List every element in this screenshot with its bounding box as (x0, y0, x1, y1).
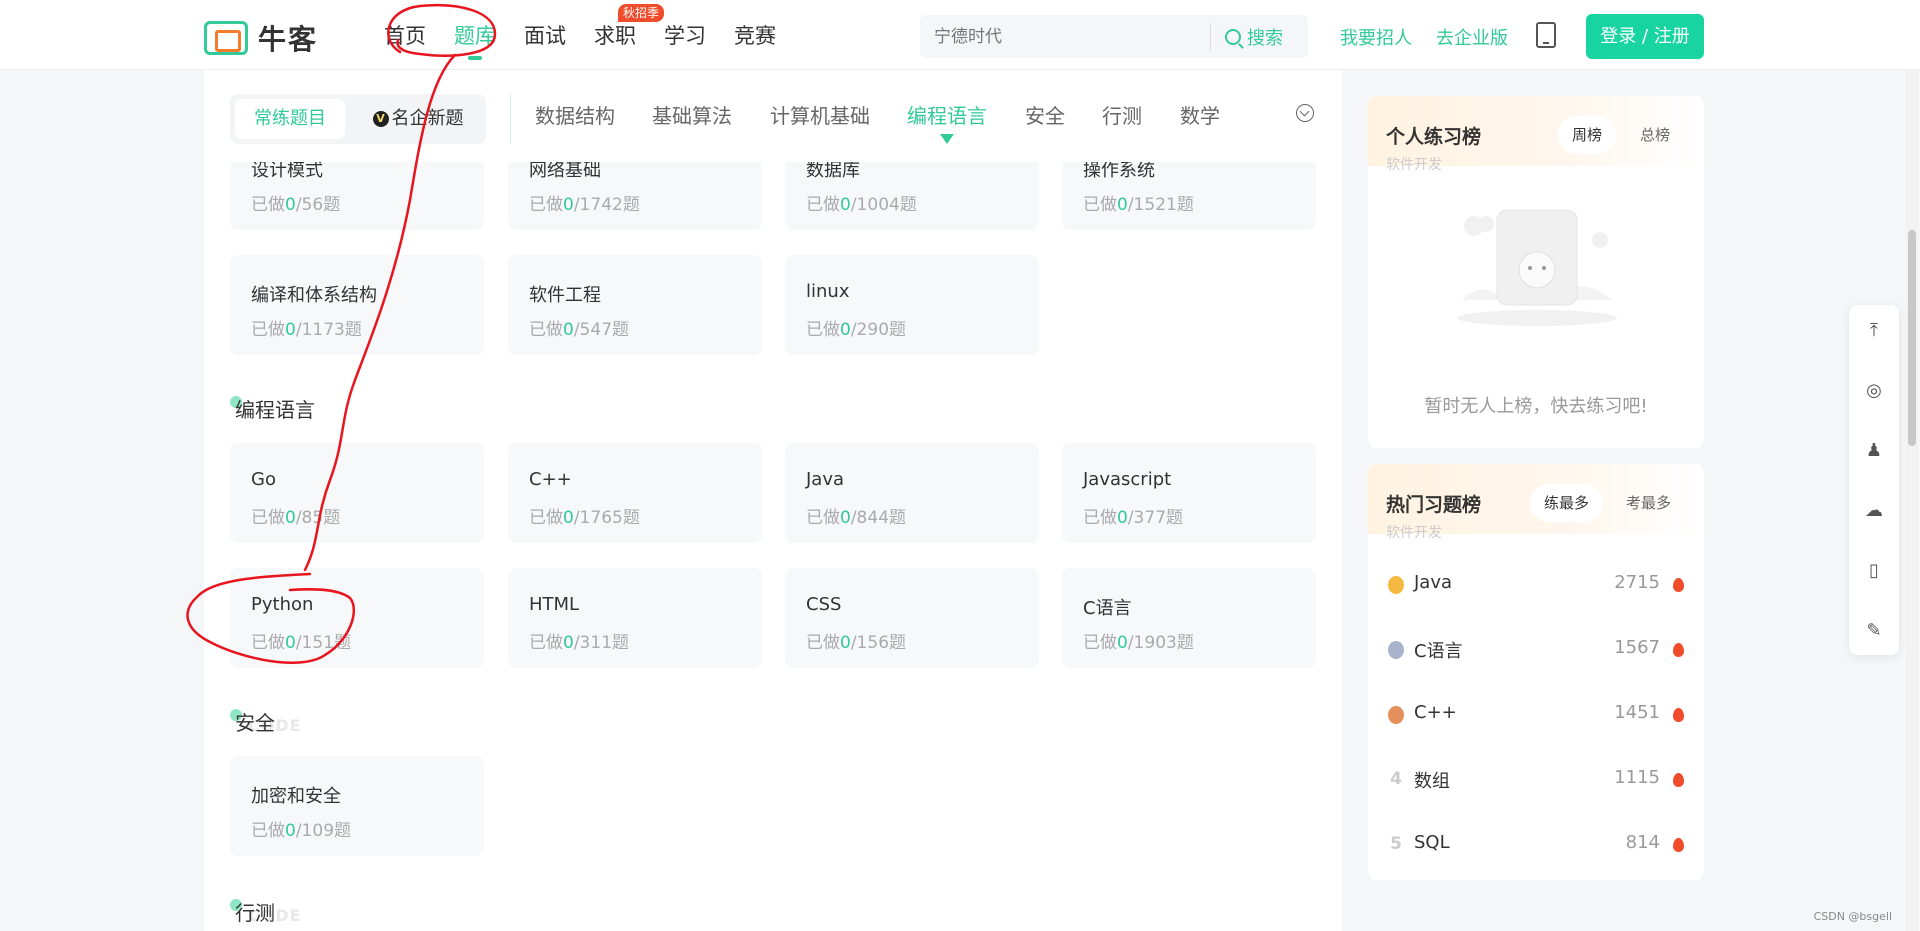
rank-item[interactable]: 4 数组 1115 (1368, 747, 1704, 812)
nav-contest[interactable]: 竞赛 (720, 18, 790, 54)
tab-most-practiced[interactable]: 练最多 (1530, 484, 1604, 522)
rank-item[interactable]: C++ 1451 (1368, 682, 1704, 747)
vip-icon: V (372, 111, 389, 127)
tab-security[interactable]: 安全 (1025, 100, 1065, 129)
fire-icon (1673, 708, 1684, 722)
logo-text: 牛客 (258, 23, 319, 56)
floating-toolbar: ⤒ ◎ ♟ ☁ ▯ ✎ (1849, 305, 1899, 655)
hot-questions-board: 热门习题榜 软件开发 练最多 考最多 Java 2715 C语言 1567 C+… (1368, 464, 1704, 880)
rank-number: 4 (1390, 769, 1402, 789)
tab-total[interactable]: 总榜 (1626, 116, 1684, 154)
weibo-icon[interactable]: ◎ (1862, 379, 1886, 403)
search-button[interactable]: 搜索 (1210, 22, 1283, 51)
rank-number: 5 (1390, 834, 1402, 854)
top-navbar: 牛客 首页 题库 面试 求职秋招季 学习 竞赛 搜索 我要招人 去企业版 登录 … (0, 0, 1920, 70)
tab-basic-algorithms[interactable]: 基础算法 (652, 100, 732, 129)
segment-company-new[interactable]: V 名企新题 (358, 99, 478, 139)
topic-card-css[interactable]: CSS 已做0/156题 (785, 568, 1039, 668)
topic-card-html[interactable]: HTML 已做0/311题 (508, 568, 762, 668)
tab-aptitude[interactable]: 行测 (1102, 100, 1142, 129)
category-filter-bar: 常练题目 V 名企新题 数据结构 基础算法 计算机基础 编程语言 安全 行测 数学 (204, 70, 1342, 162)
topic-card-javascript[interactable]: Javascript 已做0/377题 (1062, 443, 1316, 543)
topic-card-go[interactable]: Go 已做0/85题 (230, 443, 484, 543)
topic-card[interactable]: 软件工程 已做0/547题 (508, 255, 762, 355)
silver-medal-icon (1388, 641, 1404, 659)
scrollbar-thumb[interactable] (1908, 230, 1916, 446)
panel-header: 热门习题榜 软件开发 练最多 考最多 (1368, 464, 1704, 541)
search-input[interactable] (920, 26, 1210, 47)
rank-item[interactable]: 5 SQL 814 (1368, 812, 1704, 877)
section-title-programming-languages: 编程语言 (235, 398, 315, 422)
fire-icon (1673, 838, 1684, 852)
topic-card-cpp[interactable]: C++ 已做0/1765题 (508, 443, 762, 543)
site-logo[interactable]: 牛客 (204, 18, 318, 58)
search-bar: 搜索 (920, 15, 1308, 58)
feedback-icon[interactable]: ✎ (1862, 619, 1886, 643)
nav-question-bank[interactable]: 题库 (440, 18, 510, 60)
tab-programming-languages[interactable]: 编程语言 (907, 100, 987, 129)
rank-item[interactable]: C语言 1567 (1368, 617, 1704, 682)
login-button[interactable]: 登录 / 注册 (1586, 14, 1704, 59)
divider (510, 94, 511, 144)
topic-card-c-language[interactable]: C语言 已做0/1903题 (1062, 568, 1316, 668)
search-icon (1225, 28, 1241, 45)
question-type-switch: 常练题目 V 名企新题 (230, 94, 486, 144)
tab-weekly[interactable]: 周榜 (1558, 116, 1617, 154)
chevron-down-icon[interactable] (1296, 104, 1314, 122)
personal-practice-board: 个人练习榜 软件开发 周榜 总榜 暂时无人上榜，快去练习吧! (1368, 96, 1704, 448)
mobile-icon[interactable]: ▯ (1862, 559, 1886, 583)
enterprise-link[interactable]: 去企业版 (1436, 24, 1508, 50)
question-bank-main: 设计模式 已做0/56题 网络基础 已做0/1742题 数据库 已做0/1004… (204, 70, 1342, 931)
topic-card[interactable]: linux 已做0/290题 (785, 255, 1039, 355)
tab-data-structures[interactable]: 数据结构 (535, 100, 615, 129)
section-title-security: 安全 (235, 711, 275, 735)
topic-card[interactable]: 编译和体系结构 已做0/1173题 (230, 255, 484, 355)
panel-header: 个人练习榜 软件开发 周榜 总榜 (1368, 96, 1704, 173)
recruit-link[interactable]: 我要招人 (1340, 24, 1412, 50)
fire-icon (1673, 773, 1684, 787)
bronze-medal-icon (1388, 706, 1404, 724)
tab-most-tested[interactable]: 考最多 (1612, 484, 1685, 522)
fire-icon (1673, 643, 1684, 657)
logo-icon (204, 21, 248, 55)
topic-card-encryption[interactable]: 加密和安全 已做0/109题 (230, 756, 484, 856)
rank-item[interactable]: Java 2715 (1368, 552, 1704, 617)
segment-common[interactable]: 常练题目 (235, 99, 345, 139)
qq-icon[interactable]: ♟ (1862, 439, 1886, 463)
nav-interview[interactable]: 面试 (510, 18, 580, 54)
back-to-top-icon[interactable]: ⤒ (1862, 319, 1886, 343)
tab-math[interactable]: 数学 (1180, 100, 1220, 129)
section-title-aptitude: 行测 (235, 901, 275, 925)
active-tab-marker (940, 134, 954, 144)
scrollbar-track (1906, 70, 1918, 931)
tab-cs-fundamentals[interactable]: 计算机基础 (770, 100, 870, 129)
nav-jobs[interactable]: 求职 秋招季 (580, 4, 665, 54)
empty-state-illustration (1457, 209, 1617, 326)
topic-card-python[interactable]: Python 已做0/151题 (230, 568, 484, 668)
nav-home[interactable]: 首页 (370, 18, 440, 54)
mobile-app-icon[interactable] (1536, 22, 1556, 48)
main-nav: 首页 题库 面试 求职 秋招季 学习 竞赛 (370, 4, 790, 60)
wechat-icon[interactable]: ☁ (1862, 499, 1886, 523)
topic-card-java[interactable]: Java 已做0/844题 (785, 443, 1039, 543)
gold-medal-icon (1388, 576, 1404, 594)
watermark: CSDN @bsgell (1813, 910, 1892, 923)
fire-icon (1673, 578, 1684, 592)
empty-state-text: 暂时无人上榜，快去练习吧! (1424, 396, 1648, 417)
nav-learn[interactable]: 学习 (650, 18, 720, 54)
